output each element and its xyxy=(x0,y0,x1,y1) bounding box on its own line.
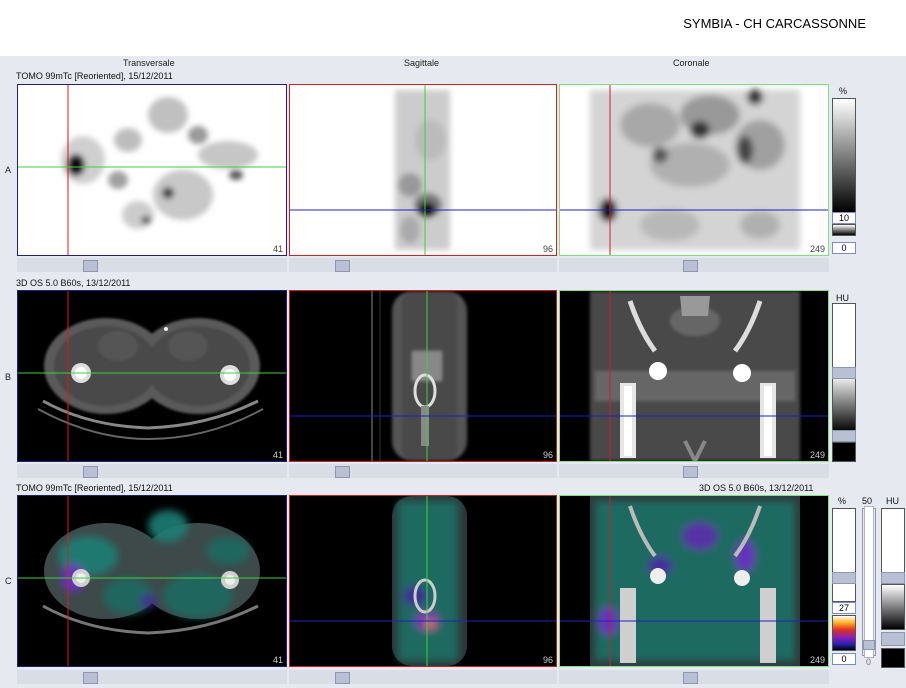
slice-scrollbar-b-sagittal[interactable] xyxy=(289,464,557,478)
viewport-b-coronal[interactable]: 249 xyxy=(559,290,829,462)
viewport-c-transversal[interactable]: 41 xyxy=(17,495,287,667)
slice-scrollbar-b-coronal[interactable] xyxy=(559,464,829,478)
viewport-c-coronal[interactable]: 249 xyxy=(559,495,829,667)
slice-number-a-coronal: 249 xyxy=(809,244,825,254)
colorbar-b-window-low-handle[interactable] xyxy=(832,430,856,442)
slice-scrollbar-a-sagittal[interactable] xyxy=(289,258,557,272)
fusion-blend-min: 0 xyxy=(866,657,872,667)
scroll-thumb[interactable] xyxy=(683,466,698,478)
slice-number-b-sagittal: 96 xyxy=(542,450,553,460)
row-label-a: A xyxy=(5,165,12,175)
colorbar-c-ct-grayscale[interactable] xyxy=(881,584,905,630)
row-b-series-info: 3D OS 5.0 B60s, 13/12/2011 xyxy=(16,278,131,288)
slice-scrollbar-c-transversal[interactable] xyxy=(17,670,287,684)
row-label-c: C xyxy=(5,576,12,586)
viewport-b-sagittal[interactable]: 96 xyxy=(289,290,557,462)
colorbar-c-pet-handle[interactable] xyxy=(832,572,856,584)
colorbar-c-ct-low-handle[interactable] xyxy=(881,632,905,646)
colorbar-a-grayscale[interactable] xyxy=(832,98,856,213)
colorbar-a-max-value[interactable]: 10 xyxy=(832,212,856,224)
fusion-blend-value: 50 xyxy=(862,496,873,506)
slice-scrollbar-a-coronal[interactable] xyxy=(559,258,829,272)
colorbar-c-min-value[interactable]: 0 xyxy=(832,653,856,665)
colorbar-a-min-value[interactable]: 0 xyxy=(832,242,856,254)
slice-number-a-sagittal: 96 xyxy=(542,244,553,254)
slice-number-a-transversal: 41 xyxy=(272,244,283,254)
colorbar-a-window[interactable] xyxy=(832,224,856,236)
scroll-thumb[interactable] xyxy=(683,672,698,684)
column-title-sagittal: Sagittale xyxy=(404,58,440,68)
slice-number-b-transversal: 41 xyxy=(272,450,283,460)
scroll-thumb[interactable] xyxy=(683,260,698,272)
scroll-thumb[interactable] xyxy=(335,466,350,478)
scroll-thumb[interactable] xyxy=(335,672,350,684)
viewport-b-transversal[interactable]: 41 xyxy=(17,290,287,462)
viewport-a-transversal[interactable]: 41 xyxy=(17,84,287,256)
viewport-a-coronal[interactable]: 249 xyxy=(559,84,829,256)
slice-number-c-transversal: 41 xyxy=(272,655,283,665)
colorbar-c-pet-colormap[interactable] xyxy=(832,615,856,651)
colorbar-c-ct-black-region xyxy=(881,648,905,668)
row-c-fusion-info: 3D OS 5.0 B60s, 13/12/2011 xyxy=(699,483,814,493)
scroll-thumb[interactable] xyxy=(83,466,98,478)
row-a-series-info: TOMO 99mTc [Reoriented], 15/12/2011 xyxy=(16,71,173,81)
colorbar-c-pet-white-region xyxy=(832,508,856,602)
fusion-blend-slider-thumb[interactable] xyxy=(863,640,875,650)
scroll-thumb[interactable] xyxy=(335,260,350,272)
row-label-b: B xyxy=(5,372,12,382)
slice-scrollbar-a-transversal[interactable] xyxy=(17,258,287,272)
slice-scrollbar-c-sagittal[interactable] xyxy=(289,670,557,684)
colorbar-c-hu-unit: HU xyxy=(886,496,899,506)
fusion-blend-slider-groove xyxy=(864,506,874,658)
viewport-a-sagittal[interactable]: 96 xyxy=(289,84,557,256)
column-title-coronal: Coronale xyxy=(673,58,710,68)
colorbar-b-grayscale[interactable] xyxy=(832,373,856,433)
viewport-c-sagittal[interactable]: 96 xyxy=(289,495,557,667)
colorbar-c-ct-high-handle[interactable] xyxy=(881,572,905,584)
scroll-thumb[interactable] xyxy=(83,672,98,684)
colorbar-b-white-region xyxy=(832,303,856,373)
slice-scrollbar-c-coronal[interactable] xyxy=(559,670,829,684)
slice-number-c-sagittal: 96 xyxy=(542,655,553,665)
slice-number-c-coronal: 249 xyxy=(809,655,825,665)
slice-number-b-coronal: 249 xyxy=(809,450,825,460)
colorbar-a-unit: % xyxy=(839,86,848,96)
row-c-series-info: TOMO 99mTc [Reoriented], 15/12/2011 xyxy=(16,483,173,493)
colorbar-b-unit: HU xyxy=(836,293,849,303)
scroll-thumb[interactable] xyxy=(83,260,98,272)
slice-scrollbar-b-transversal[interactable] xyxy=(17,464,287,478)
site-title: SYMBIA - CH CARCASSONNE xyxy=(683,16,866,31)
column-title-transversal: Transversale xyxy=(123,58,175,68)
colorbar-c-percent-unit: % xyxy=(838,496,847,506)
colorbar-b-window-high-handle[interactable] xyxy=(832,367,856,379)
colorbar-c-max-value[interactable]: 27 xyxy=(832,602,856,614)
colorbar-b-black-region xyxy=(832,442,856,462)
title-bar: SYMBIA - CH CARCASSONNE xyxy=(0,0,906,56)
